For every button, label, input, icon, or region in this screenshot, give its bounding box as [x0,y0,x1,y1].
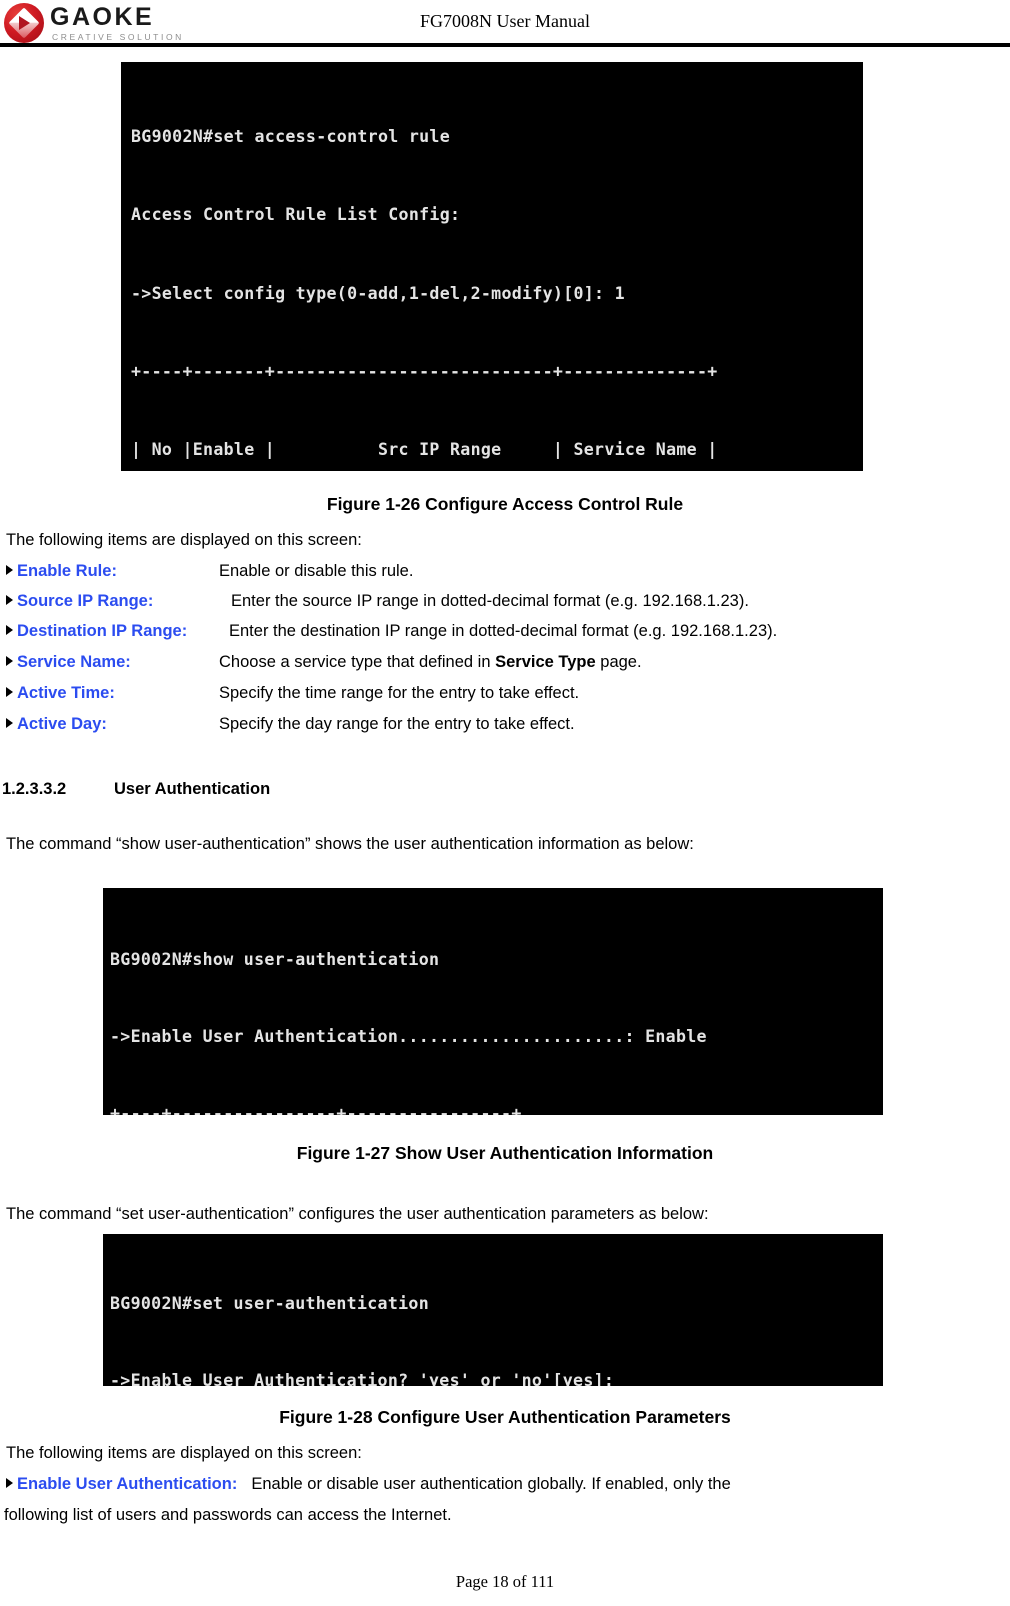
item-desc: Specify the time range for the entry to … [219,684,580,702]
item-desc: Enter the destination IP range in dotted… [229,622,778,640]
terminal-screenshot-show-user-auth: BG9002N#show user-authentication ->Enabl… [103,888,883,1115]
terminal-line: ->Enable User Authentication............… [110,1026,707,1046]
item-desc-pre: Choose a service type that defined in [219,653,496,671]
item-desc-line1: Enable or disable user authentication gl… [251,1475,731,1493]
item-term: Enable User Authentication: [17,1475,238,1493]
terminal-line: ->Enable User Authentication? 'yes' or '… [110,1370,615,1386]
item-term: Active Time: [17,684,115,702]
intro-text-1: The following items are displayed on thi… [6,531,362,549]
terminal-line: | No |Enable | Src IP Range | Service Na… [131,440,718,460]
list-item: Active Day: Specify the day range for the… [6,712,1006,736]
triangle-bullet-icon [6,565,13,575]
intro-text-2: The following items are displayed on thi… [6,1444,362,1462]
terminal-line: Access Control Rule List Config: [131,205,461,225]
list-item: Enable Rule: Enable or disable this rule. [6,559,1006,583]
item-desc-post: page. [595,653,642,671]
terminal-line: +----+-------+--------------------------… [131,362,718,382]
terminal-screenshot-set-user-auth: BG9002N#set user-authentication ->Enable… [103,1234,883,1386]
triangle-bullet-icon [6,1478,13,1488]
terminal-line: +----+----------------+----------------+ [110,1104,522,1115]
section-heading: 1.2.3.3.2 User Authentication [2,780,270,799]
page-footer: Page 18 of 111 [455,1572,555,1591]
paragraph-set-command: The command “set user-authentication” co… [6,1205,709,1223]
item-term: Active Day: [17,715,107,733]
triangle-bullet-icon [6,595,13,605]
list-item: Destination IP Range: Enter the destinati… [6,619,1006,643]
terminal-screenshot-access-control: BG9002N#set access-control rule Access C… [121,62,863,471]
section-number: 1.2.3.3.2 [2,780,67,798]
paragraph-show-command: The command “show user-authentication” s… [6,835,694,853]
header-divider [0,43,1010,47]
triangle-bullet-icon [6,718,13,728]
section-title: User Authentication [114,780,271,798]
page-header: GAOKE CREATIVE SOLUTION FG7008N User Man… [0,0,1010,47]
figure-caption-1-26: Figure 1-26 Configure Access Control Rul… [326,494,684,514]
list-item: Service Name: Choose a service type that … [6,650,1006,674]
item-term: Service Name: [17,653,131,671]
item-term: Enable Rule: [17,562,117,580]
triangle-bullet-icon [6,687,13,697]
list-item: Source IP Range: Enter the source IP rang… [6,589,1006,613]
terminal-line: BG9002N#set user-authentication [110,1293,429,1313]
figure-caption-1-28: Figure 1-28 Configure User Authenticatio… [279,1407,731,1427]
terminal-line: ->Select config type(0-add,1-del,2-modif… [131,283,625,303]
figure-caption-1-27: Figure 1-27 Show User Authentication Inf… [296,1143,714,1163]
list-item: Active Time: Specify the time range for t… [6,681,1006,705]
terminal-line: BG9002N#set access-control rule [131,127,450,147]
triangle-bullet-icon [6,625,13,635]
list-item: Enable User Authentication: Enable or dis… [6,1472,1006,1496]
item-desc-bold: Service Type [495,653,596,671]
item-desc-line2: following list of users and passwords ca… [4,1506,452,1524]
item-desc: Enter the source IP range in dotted-deci… [231,592,749,610]
logo-tagline: CREATIVE SOLUTION [52,32,184,42]
item-term: Destination IP Range: [17,622,188,640]
item-desc: Specify the day range for the entry to t… [219,715,575,733]
item-desc: Enable or disable this rule. [219,562,414,580]
page-title: FG7008N User Manual [420,11,590,31]
terminal-line: BG9002N#show user-authentication [110,949,440,969]
triangle-bullet-icon [6,656,13,666]
item-term: Source IP Range: [17,592,154,610]
